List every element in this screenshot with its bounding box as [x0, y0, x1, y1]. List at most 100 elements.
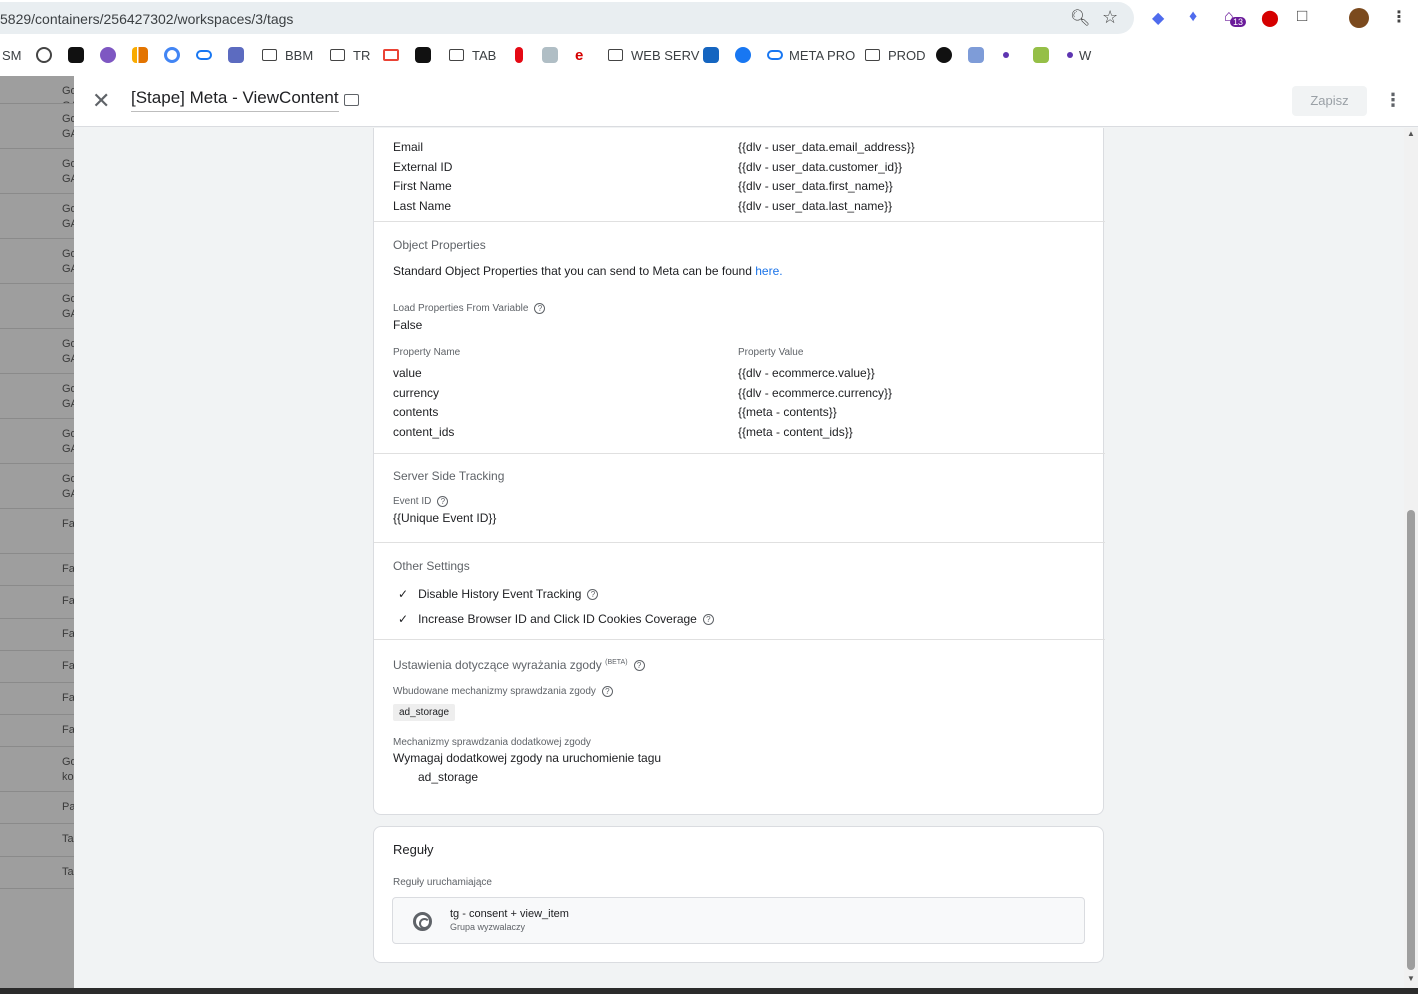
google-icon: [164, 47, 180, 63]
address-bar[interactable]: 5829/containers/256427302/workspaces/3/t…: [0, 2, 1134, 34]
help-icon[interactable]: ?: [633, 660, 645, 672]
background-row: Go GA: [0, 239, 74, 284]
panel-content[interactable]: Email {{dlv - user_data.email_address}} Ex…: [74, 128, 1418, 988]
consent-chip: ad_storage: [393, 704, 456, 721]
bookmark-printer[interactable]: [542, 40, 564, 70]
property-name: contents: [393, 405, 439, 419]
checkmark-icon: ✓: [398, 587, 409, 601]
trigger-group-icon: [413, 912, 432, 931]
folder-icon[interactable]: [344, 94, 359, 106]
bookmark-e[interactable]: e: [575, 40, 583, 70]
facebook-icon: [735, 47, 751, 63]
bookmark-meta-pro[interactable]: META PRO: [767, 40, 855, 70]
scrollbar[interactable]: ▲ ▼: [1404, 128, 1418, 988]
scroll-up-arrow-icon[interactable]: ▲: [1407, 129, 1415, 138]
builtin-consent-label: Wbudowane mechanizmy sprawdzania zgody?: [393, 686, 613, 697]
tag-configuration-card: Email {{dlv - user_data.email_address}} Ex…: [373, 128, 1105, 815]
extension-badge: 13: [1230, 17, 1247, 27]
help-icon[interactable]: ?: [437, 496, 449, 507]
property-value: {{dlv - ecommerce.currency}}: [738, 385, 893, 400]
doc-icon: [968, 47, 984, 63]
scroll-down-arrow-icon[interactable]: ▼: [1407, 974, 1415, 983]
bookmark-w[interactable]: W: [1067, 40, 1091, 70]
bookmark-dot[interactable]: [1003, 40, 1015, 70]
extension-shield-icon[interactable]: ⬤: [1261, 8, 1279, 28]
background-row: Go GA: [0, 419, 74, 464]
url-text[interactable]: 5829/containers/256427302/workspaces/3/t…: [0, 11, 293, 27]
background-row: Go GA: [0, 284, 74, 329]
bookmark-github[interactable]: [936, 40, 958, 70]
additional-consent-item: ad_storage: [418, 770, 479, 784]
triggering-card: Reguły Reguły uruchamiające tg - consent…: [373, 826, 1104, 963]
bookmark-google[interactable]: [164, 40, 186, 70]
extension-layers-icon[interactable]: ♦: [1189, 8, 1197, 26]
background-row: Go GA: [0, 194, 74, 239]
section-heading-object-properties: Object Properties: [393, 238, 486, 252]
bookmark-doc[interactable]: [968, 40, 990, 70]
printer-icon: [542, 47, 558, 63]
user-data-value: {{dlv - user_data.last_name}}: [738, 198, 893, 213]
bookmark-star-icon[interactable]: ☆: [1102, 7, 1118, 28]
additional-consent-label: Mechanizmy sprawdzania dodatkowej zgody: [393, 737, 591, 748]
close-button[interactable]: ✕: [92, 90, 110, 112]
bookmark-folder-tr[interactable]: TR: [330, 40, 370, 70]
object-properties-description: Standard Object Properties that you can …: [393, 264, 783, 278]
bookmark-folder-webserv[interactable]: WEB SERV: [608, 40, 699, 70]
bookmark-shopify[interactable]: [1033, 40, 1055, 70]
trigger-item[interactable]: tg - consent + view_item Grupa wyzwalacz…: [392, 897, 1085, 944]
bookmark-folder-bbm[interactable]: BBM: [262, 40, 313, 70]
description-suffix: .: [779, 264, 783, 278]
bookmark-gmail[interactable]: [383, 40, 405, 70]
zoom-icon[interactable]: 🔍︎: [1070, 8, 1090, 28]
bookmark-meta[interactable]: [196, 40, 218, 70]
bookmark-label: TAB: [472, 47, 497, 63]
scrollbar-thumb[interactable]: [1407, 510, 1415, 970]
meta-icon: [767, 50, 783, 60]
bookmark-folder-tab[interactable]: TAB: [449, 40, 496, 70]
tag-title[interactable]: [Stape] Meta - ViewContent: [131, 88, 339, 112]
co-icon: [703, 47, 719, 63]
background-row: Fa: [0, 683, 74, 715]
trigger-type: Grupa wyzwalaczy: [450, 922, 526, 932]
extensions-puzzle-icon[interactable]: □: [1297, 6, 1307, 26]
section-heading-other-settings: Other Settings: [393, 559, 470, 573]
user-data-value: {{dlv - user_data.first_name}}: [738, 179, 893, 193]
bookmark-dark[interactable]: [415, 40, 437, 70]
bookmark-folder-prod[interactable]: PROD: [865, 40, 926, 70]
folder-icon: [449, 49, 464, 61]
property-value: {{meta - content_ids}}: [738, 424, 853, 439]
here-link[interactable]: here: [755, 264, 779, 278]
additional-consent-value: Wymagaj dodatkowej zgody na uruchomienie…: [393, 751, 662, 765]
folder-icon: [262, 49, 277, 61]
bookmark-netflix[interactable]: [511, 40, 529, 70]
section-heading-server-side: Server Side Tracking: [393, 469, 505, 483]
more-options-icon[interactable]: ⋮: [1384, 89, 1402, 111]
panel-header: ✕ [Stape] Meta - ViewContent Zapisz ⋮: [74, 76, 1418, 127]
user-data-name: External ID: [393, 159, 453, 174]
background-row: Go ko: [0, 747, 74, 792]
bookmark-label: SM: [2, 47, 22, 63]
background-row: Go GA: [0, 329, 74, 374]
background-row: Fa: [0, 715, 74, 747]
bookmark-openai[interactable]: [36, 40, 58, 70]
chrome-menu-icon[interactable]: ⋮: [1391, 7, 1407, 27]
help-icon[interactable]: ?: [702, 614, 714, 626]
bookmark-c[interactable]: [100, 40, 122, 70]
extension-tag-icon[interactable]: ◆: [1152, 8, 1164, 28]
help-icon[interactable]: ?: [601, 686, 613, 697]
background-row: Go GA: [0, 464, 74, 509]
profile-avatar[interactable]: [1349, 8, 1369, 28]
shopify-icon: [1033, 47, 1049, 63]
bookmark-sm[interactable]: SM: [2, 40, 22, 70]
save-button[interactable]: Zapisz: [1292, 86, 1367, 116]
bookmark-co[interactable]: [703, 40, 725, 70]
bookmark-app[interactable]: [68, 40, 90, 70]
help-icon[interactable]: ?: [534, 303, 546, 314]
user-data-name: Email: [393, 140, 424, 154]
bookmark-analytics[interactable]: [132, 40, 154, 70]
bookmark-b[interactable]: [228, 40, 250, 70]
bookmark-facebook[interactable]: [735, 40, 757, 70]
background-row: Go GA: [0, 374, 74, 419]
c-logo-icon: [100, 47, 116, 63]
help-icon[interactable]: ?: [587, 589, 599, 601]
